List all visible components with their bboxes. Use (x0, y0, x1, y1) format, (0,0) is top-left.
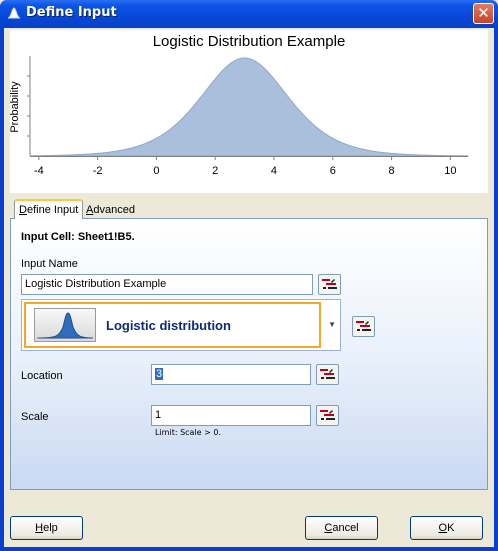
location-value: 3 (155, 368, 164, 380)
ok-button[interactable]: OK (410, 516, 483, 540)
x-tick-label: 4 (271, 165, 277, 177)
logistic-thumbnail-icon (34, 308, 96, 342)
location-label: Location (21, 370, 63, 382)
scale-label: Scale (21, 411, 49, 423)
distribution-area-series (29, 57, 469, 157)
tab-advanced-label: Advanced (86, 204, 135, 216)
input-name-label: Input Name (21, 258, 78, 270)
app-icon (7, 7, 21, 19)
x-tick-label: -4 (34, 165, 44, 177)
scale-limit-note: Limit: Scale > 0. (155, 428, 222, 437)
close-button[interactable]: ✕ (473, 3, 494, 24)
help-button[interactable]: Help (10, 516, 83, 540)
close-icon: ✕ (477, 4, 490, 22)
tab-define-input-label: Define Input (19, 204, 79, 216)
input-name-field[interactable]: Logistic Distribution Example (21, 274, 313, 295)
distribution-selected-item[interactable]: Logistic distribution (24, 302, 321, 348)
cell-reference-icon (320, 369, 335, 379)
dialog-window: Define Input ✕ Logistic Distribution Exa… (0, 0, 498, 551)
x-axis: -4 -2 0 2 4 6 8 10 (30, 156, 468, 177)
chart-title: Logistic Distribution Example (153, 33, 346, 50)
dialog-body: Logistic Distribution Example Probabilit… (4, 28, 494, 547)
location-field[interactable]: 3 (151, 364, 311, 385)
x-tick-label: 2 (212, 165, 218, 177)
define-input-panel: Input Cell: Sheet1!B5. Input Name Logist… (10, 218, 488, 490)
help-button-label: Help (35, 522, 58, 534)
input-name-cell-ref-button[interactable] (318, 274, 341, 295)
window-title: Define Input (26, 5, 117, 20)
distribution-chart: Logistic Distribution Example Probabilit… (10, 30, 488, 193)
cell-reference-icon (320, 410, 335, 420)
tab-define-input[interactable]: Define Input (14, 199, 84, 219)
scale-field[interactable]: 1 (151, 405, 311, 426)
x-tick-label: -2 (93, 165, 103, 177)
chart-ylabel: Probability (10, 81, 21, 133)
cancel-button-label: Cancel (324, 522, 359, 534)
cell-reference-icon (356, 321, 371, 331)
x-tick-label: 0 (153, 165, 159, 177)
distribution-selector[interactable]: Logistic distribution ▼ (21, 299, 341, 351)
cancel-button[interactable]: Cancel (305, 516, 378, 540)
cell-reference-icon (322, 279, 337, 289)
location-cell-ref-button[interactable] (316, 364, 339, 385)
distribution-cell-ref-button[interactable] (352, 316, 375, 337)
plot-area (27, 56, 469, 157)
input-cell-label: Input Cell: Sheet1!B5. (21, 231, 135, 243)
title-bar[interactable]: Define Input ✕ (0, 0, 498, 28)
x-tick-label: 8 (389, 165, 395, 177)
distribution-name: Logistic distribution (106, 318, 231, 333)
dropdown-arrow-icon[interactable]: ▼ (328, 320, 336, 329)
scale-cell-ref-button[interactable] (316, 405, 339, 426)
ok-button-label: OK (438, 522, 455, 534)
chart-svg: Logistic Distribution Example Probabilit… (10, 33, 469, 177)
x-tick-label: 10 (444, 165, 456, 177)
x-tick-label: 6 (330, 165, 336, 177)
